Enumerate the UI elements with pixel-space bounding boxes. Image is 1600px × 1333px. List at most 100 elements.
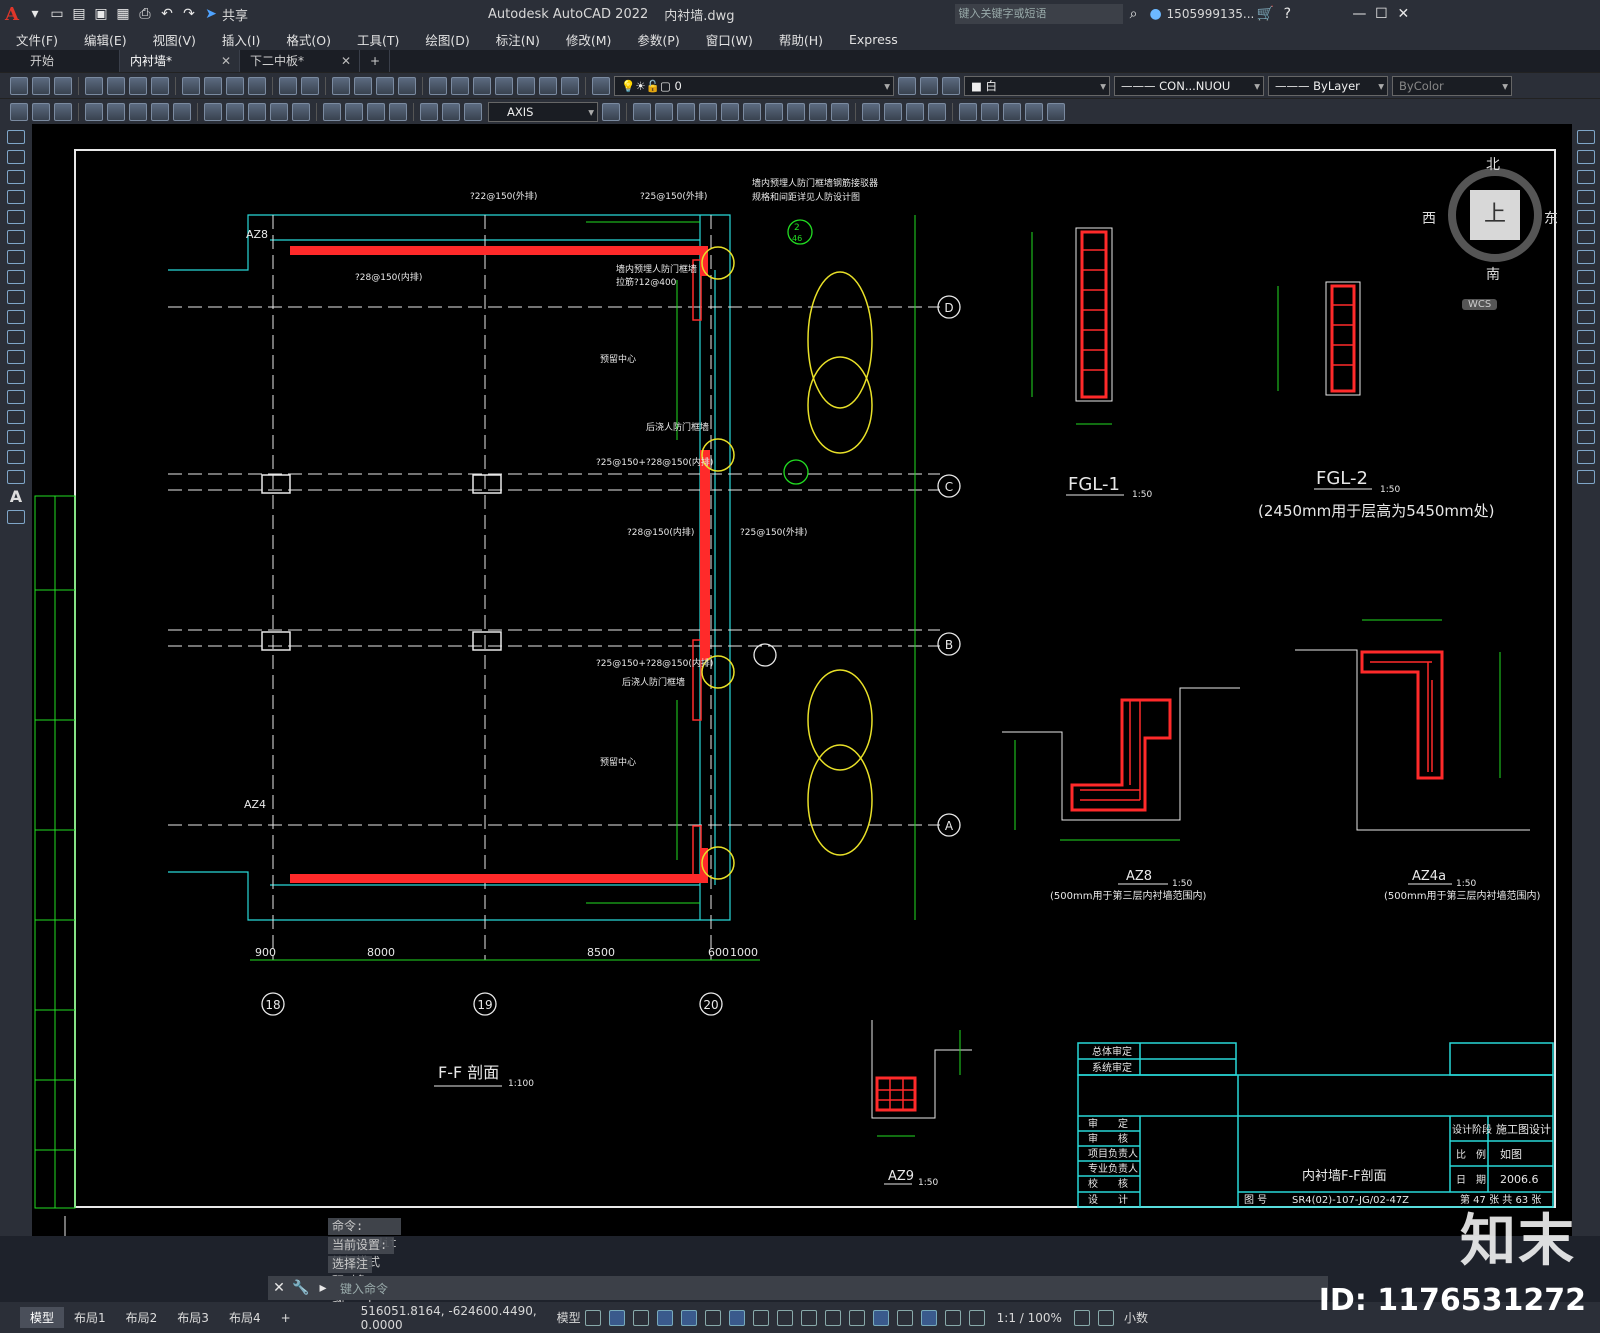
- ucs-object-icon[interactable]: [1047, 102, 1065, 121]
- share-label[interactable]: 共享: [222, 5, 248, 24]
- add-selected-icon[interactable]: [7, 510, 25, 524]
- transparency-icon[interactable]: [800, 1309, 817, 1326]
- view-right-icon[interactable]: [699, 102, 717, 121]
- gizmo-icon[interactable]: [920, 1309, 937, 1326]
- dim-arc-icon[interactable]: [54, 102, 72, 121]
- units-dropdown[interactable]: 小数: [1124, 1309, 1148, 1326]
- chamfer-icon[interactable]: [1577, 410, 1595, 424]
- help-icon[interactable]: ?: [1276, 3, 1298, 25]
- preview-icon[interactable]: [107, 76, 125, 95]
- annotation-visibility-icon[interactable]: [944, 1309, 961, 1326]
- view-ne-icon[interactable]: [809, 102, 827, 121]
- publish-icon[interactable]: [129, 76, 147, 95]
- view-front-icon[interactable]: [721, 102, 739, 121]
- 3d-osnap-icon[interactable]: [848, 1309, 865, 1326]
- undo-icon[interactable]: [279, 76, 297, 95]
- layout-tab-model[interactable]: 模型: [20, 1307, 65, 1328]
- cart-icon[interactable]: 🛒: [1254, 3, 1276, 25]
- wcs-menu[interactable]: WCS: [1462, 299, 1498, 310]
- selection-filter-icon[interactable]: [896, 1309, 913, 1326]
- dim-text-edit-icon[interactable]: [442, 102, 460, 121]
- plot-icon[interactable]: ⎙: [134, 3, 156, 25]
- lineweight-icon[interactable]: [776, 1309, 793, 1326]
- shade-real-icon[interactable]: [928, 102, 946, 121]
- make-block-icon[interactable]: [7, 370, 25, 384]
- point-icon[interactable]: [7, 390, 25, 404]
- baseline-icon[interactable]: [226, 102, 244, 121]
- tab-neichenqiang[interactable]: 内衬墙* ✕: [120, 50, 240, 72]
- maximize-icon[interactable]: ☐: [1370, 3, 1392, 25]
- menu-modify[interactable]: 修改(M): [550, 30, 622, 49]
- layout-tab-1[interactable]: 布局1: [64, 1307, 116, 1328]
- make-current-icon[interactable]: [898, 76, 916, 95]
- help-icon[interactable]: [561, 76, 579, 95]
- tolerance-icon[interactable]: [323, 102, 341, 121]
- infer-icon[interactable]: [632, 1309, 649, 1326]
- quick-dim-icon[interactable]: [204, 102, 222, 121]
- view-bottom-icon[interactable]: [655, 102, 673, 121]
- break-point-icon[interactable]: [1577, 350, 1595, 364]
- minimize-icon[interactable]: —: [1348, 3, 1370, 25]
- layout-tab-4[interactable]: 布局4: [219, 1307, 271, 1328]
- view-se-icon[interactable]: [787, 102, 805, 121]
- menu-draw[interactable]: 绘图(D): [409, 30, 479, 49]
- ucs-prev-icon[interactable]: [1003, 102, 1021, 121]
- dim-linear-icon[interactable]: [10, 102, 28, 121]
- menu-insert[interactable]: 插入(I): [206, 30, 270, 49]
- menu-edit[interactable]: 编辑(E): [68, 30, 137, 49]
- viewcube-top-face[interactable]: 上: [1470, 190, 1520, 240]
- break-icon[interactable]: [1577, 370, 1595, 384]
- design-center-icon[interactable]: [451, 76, 469, 95]
- revcloud-icon[interactable]: [7, 270, 25, 284]
- plotstyle-dropdown[interactable]: ByColor: [1392, 75, 1512, 96]
- recent-cmd-icon[interactable]: ▸: [312, 1277, 334, 1299]
- workspace-icon[interactable]: [1073, 1309, 1090, 1326]
- paste-icon[interactable]: [226, 76, 244, 95]
- close-icon[interactable]: ✕: [1392, 3, 1414, 25]
- ellipse-arc-icon[interactable]: [7, 330, 25, 344]
- mtext-icon[interactable]: A: [7, 489, 25, 505]
- menu-parametric[interactable]: 参数(P): [621, 30, 689, 49]
- annotation-monitor-icon[interactable]: [1097, 1309, 1114, 1326]
- region-icon[interactable]: [7, 450, 25, 464]
- dim-radius-icon[interactable]: [107, 102, 125, 121]
- zoom-window-icon[interactable]: [376, 76, 394, 95]
- search-icon[interactable]: ⌕: [1123, 3, 1145, 25]
- line-icon[interactable]: [7, 130, 25, 144]
- spline-icon[interactable]: [7, 290, 25, 304]
- command-input[interactable]: ✕ 🔧 ▸ 键入命令: [268, 1276, 1328, 1300]
- viewcube[interactable]: 上 北 南 西 东 WCS: [1422, 154, 1558, 310]
- layer-props-icon[interactable]: [592, 76, 610, 95]
- copy-object-icon[interactable]: [1577, 150, 1595, 164]
- move-icon[interactable]: [1577, 230, 1595, 244]
- user-icon[interactable]: ●: [1145, 3, 1167, 25]
- polygon-icon[interactable]: [7, 190, 25, 204]
- inspect-icon[interactable]: [367, 102, 385, 121]
- copy-icon[interactable]: [204, 76, 222, 95]
- polyline-icon[interactable]: [7, 170, 25, 184]
- save-icon[interactable]: ▣: [90, 3, 112, 25]
- zoom-previous-icon[interactable]: [398, 76, 416, 95]
- zoom-realtime-icon[interactable]: [354, 76, 372, 95]
- autocad-logo[interactable]: A: [0, 4, 24, 25]
- dim-break-icon[interactable]: [292, 102, 310, 121]
- close-tab-icon[interactable]: ✕: [221, 50, 231, 72]
- isodraft-icon[interactable]: [704, 1309, 721, 1326]
- text-style-dropdown[interactable]: AXIS: [488, 101, 598, 122]
- model-space-toggle[interactable]: 模型: [557, 1309, 581, 1326]
- close-cmd-icon[interactable]: ✕: [268, 1277, 290, 1299]
- array-icon[interactable]: [1577, 210, 1595, 224]
- ortho-icon[interactable]: [656, 1309, 673, 1326]
- grid-icon[interactable]: [584, 1309, 601, 1326]
- blend-icon[interactable]: [1577, 450, 1595, 464]
- dynamic-ucs-icon[interactable]: [872, 1309, 889, 1326]
- save-icon[interactable]: [54, 76, 72, 95]
- construction-line-icon[interactable]: [7, 150, 25, 164]
- markup-icon[interactable]: [517, 76, 535, 95]
- view-left-icon[interactable]: [677, 102, 695, 121]
- menu-window[interactable]: 窗口(W): [690, 30, 763, 49]
- menu-tools[interactable]: 工具(T): [341, 30, 409, 49]
- trim-icon[interactable]: [1577, 310, 1595, 324]
- layout-tab-3[interactable]: 布局3: [167, 1307, 219, 1328]
- viewcube-south[interactable]: 南: [1486, 264, 1500, 284]
